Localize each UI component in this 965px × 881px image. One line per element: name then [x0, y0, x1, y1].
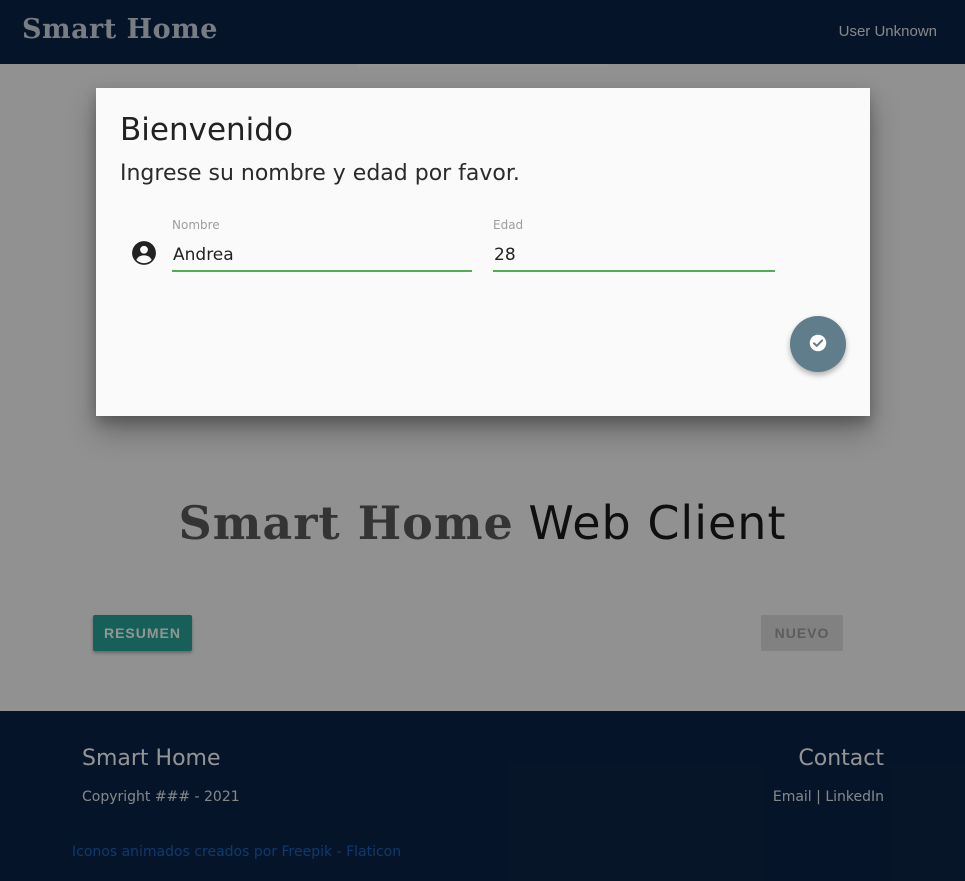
welcome-dialog: Bienvenido Ingrese su nombre y edad por … — [96, 88, 870, 416]
age-label: Edad — [493, 218, 524, 232]
dialog-title: Bienvenido — [120, 112, 293, 148]
submit-button[interactable] — [790, 316, 846, 372]
account-circle-icon — [131, 240, 157, 266]
check-circle-icon — [807, 332, 829, 357]
age-input[interactable] — [493, 240, 775, 272]
name-input[interactable] — [172, 240, 472, 272]
name-label: Nombre — [172, 218, 220, 232]
dialog-subtitle: Ingrese su nombre y edad por favor. — [120, 161, 520, 186]
